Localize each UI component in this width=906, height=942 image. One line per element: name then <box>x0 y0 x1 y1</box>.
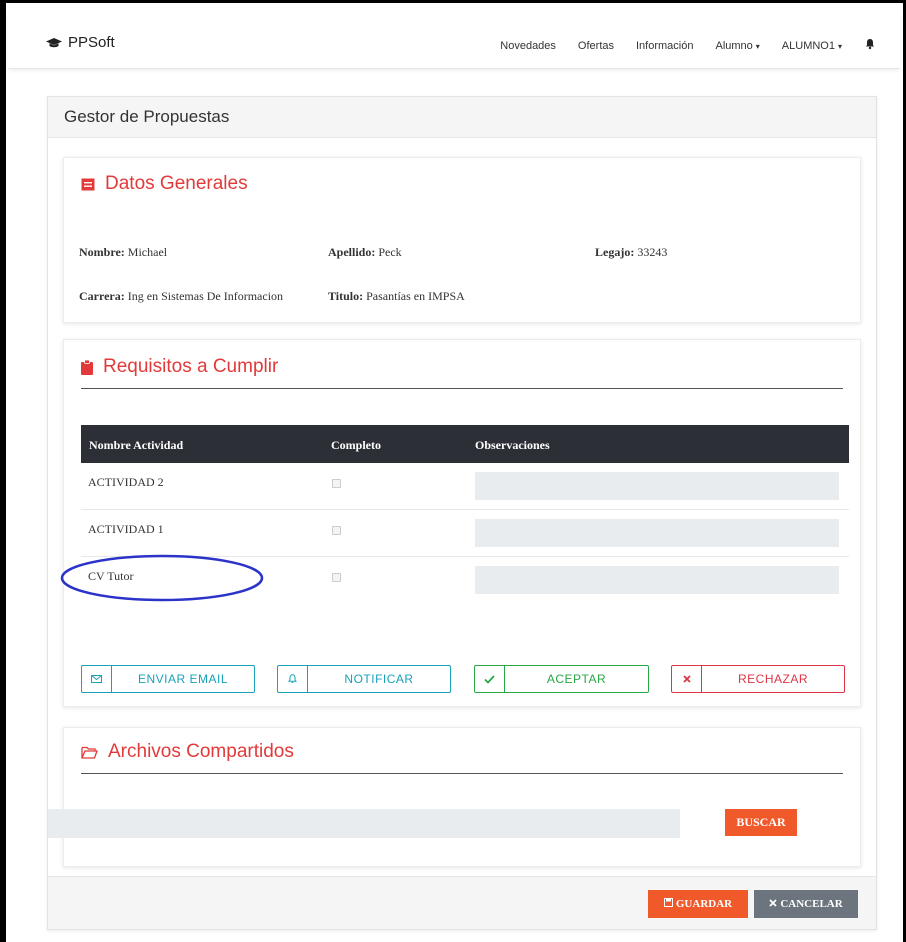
requisitos-title: Requisitos a Cumplir <box>103 356 279 377</box>
screenshot-frame-left <box>0 0 6 942</box>
proposal-manager-card: Gestor de Propuestas Datos Generales Nom… <box>47 96 877 930</box>
table-row: CV Tutor <box>81 557 849 603</box>
activity-name: CV Tutor <box>88 569 134 583</box>
observaciones-input[interactable] <box>475 519 839 547</box>
table-row: ACTIVIDAD 2 <box>81 463 849 510</box>
completo-checkbox[interactable] <box>332 479 341 488</box>
datos-generales-title: Datos Generales <box>105 173 248 194</box>
apellido-label: Apellido: <box>328 245 376 259</box>
folder-open-icon <box>81 746 98 759</box>
nav-menu: Novedades Ofertas Información Alumno ▾ AL… <box>500 38 876 53</box>
nav-informacion[interactable]: Información <box>636 40 693 52</box>
brand-name: PPSoft <box>68 34 115 51</box>
titulo-label: Titulo: <box>328 289 364 303</box>
requisitos-panel: Requisitos a Cumplir Nombre Actividad Co… <box>63 339 861 707</box>
clipboard-icon <box>81 359 93 375</box>
completo-checkbox[interactable] <box>332 573 341 582</box>
card-header: Gestor de Propuestas <box>48 97 876 138</box>
navbar: PPSoft Novedades Ofertas Información Alu… <box>8 12 900 69</box>
cancelar-button[interactable]: CANCELAR <box>754 890 858 918</box>
nav-alumno-label: Alumno <box>715 39 753 52</box>
cancelar-label: CANCELAR <box>780 898 843 910</box>
datos-generales-panel: Datos Generales Nombre: Michael Apellido… <box>63 157 861 323</box>
check-icon <box>475 666 505 692</box>
close-icon <box>769 898 777 910</box>
datos-generales-heading: Datos Generales <box>81 173 248 195</box>
apellido-value: Peck <box>378 245 402 259</box>
notificar-button[interactable]: NOTIFICAR <box>277 665 451 693</box>
notificar-label: NOTIFICAR <box>344 672 414 686</box>
completo-checkbox[interactable] <box>332 526 341 535</box>
column-header-observaciones: Observaciones <box>475 438 550 452</box>
graduation-cap-icon <box>46 37 62 49</box>
legajo-value: 33243 <box>637 245 668 259</box>
archivos-heading: Archivos Compartidos <box>81 741 294 763</box>
table-header: Nombre Actividad Completo Observaciones <box>81 425 849 463</box>
nombre-field: Nombre: Michael <box>79 245 167 260</box>
nombre-value: Michael <box>127 245 168 259</box>
requisitos-divider <box>81 388 843 389</box>
carrera-value: Ing en Sistemas De Informacion <box>127 289 284 303</box>
archivos-divider <box>81 773 843 774</box>
nav-novedades[interactable]: Novedades <box>500 40 556 52</box>
activity-name: ACTIVIDAD 2 <box>88 475 164 489</box>
requisitos-heading: Requisitos a Cumplir <box>81 356 278 378</box>
buscar-button[interactable]: BUSCAR <box>725 809 797 836</box>
activity-name: ACTIVIDAD 1 <box>88 522 164 536</box>
column-header-completo: Completo <box>331 438 381 452</box>
aceptar-label: ACEPTAR <box>546 672 607 686</box>
observaciones-input[interactable] <box>475 566 839 594</box>
requisitos-table: Nombre Actividad Completo Observaciones … <box>81 425 849 603</box>
bell-icon[interactable] <box>864 38 876 53</box>
carrera-label: Carrera: <box>79 289 125 303</box>
carrera-field: Carrera: Ing en Sistemas De Informacion <box>79 289 283 304</box>
legajo-label: Legajo: <box>595 245 635 259</box>
observaciones-input[interactable] <box>475 472 839 500</box>
legajo-field: Legajo: 33243 <box>595 245 667 260</box>
nav-alumno-dropdown[interactable]: Alumno ▾ <box>715 40 759 52</box>
archivos-title: Archivos Compartidos <box>108 741 294 762</box>
aceptar-button[interactable]: ACEPTAR <box>474 665 649 693</box>
nav-ofertas[interactable]: Ofertas <box>578 40 614 52</box>
bell-outline-icon <box>278 666 308 692</box>
guardar-button[interactable]: GUARDAR <box>648 890 748 918</box>
enviar-email-button[interactable]: ENVIAR EMAIL <box>81 665 255 693</box>
shared-files-input[interactable] <box>48 809 680 838</box>
envelope-icon <box>82 666 112 692</box>
list-alt-icon <box>81 178 95 191</box>
guardar-label: GUARDAR <box>675 898 733 910</box>
nombre-label: Nombre: <box>79 245 125 259</box>
caret-down-icon: ▾ <box>755 41 760 51</box>
column-header-nombre: Nombre Actividad <box>89 438 184 452</box>
enviar-email-label: ENVIAR EMAIL <box>137 672 229 686</box>
save-icon <box>663 898 673 910</box>
nav-user-label: ALUMNO1 <box>781 39 835 52</box>
titulo-field: Titulo: Pasantías en IMPSA <box>328 289 465 304</box>
rechazar-button[interactable]: RECHAZAR <box>671 665 845 693</box>
titulo-value: Pasantías en IMPSA <box>366 289 465 303</box>
archivos-panel: Archivos Compartidos <box>63 727 861 867</box>
caret-down-icon: ▾ <box>837 41 842 51</box>
rechazar-label: RECHAZAR <box>737 672 808 686</box>
table-row: ACTIVIDAD 1 <box>81 510 849 557</box>
apellido-field: Apellido: Peck <box>328 245 402 260</box>
screenshot-frame-top <box>0 0 906 3</box>
card-footer <box>48 876 876 929</box>
brand[interactable]: PPSoft <box>46 34 115 51</box>
times-icon <box>672 666 702 692</box>
nav-user-dropdown[interactable]: ALUMNO1 ▾ <box>782 40 842 52</box>
